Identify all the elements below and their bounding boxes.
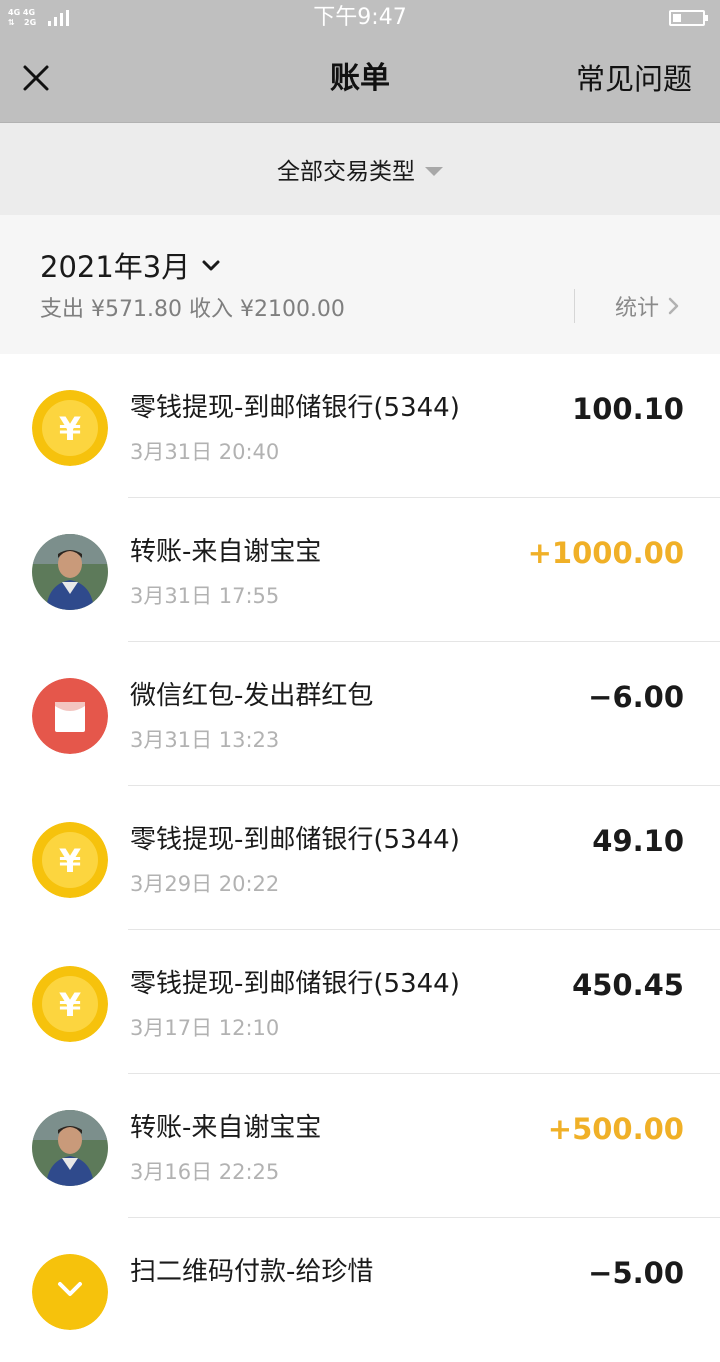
month-header: 2021年3月 支出 ¥571.80 收入 ¥2100.00 统计	[0, 215, 720, 354]
faq-link[interactable]: 常见问题	[576, 36, 692, 122]
svg-text:¥: ¥	[59, 842, 81, 880]
transaction-row[interactable]: ¥ 零钱提现-到邮储银行(5344) 3月17日 12:10 450.45	[0, 930, 720, 1074]
transaction-row[interactable]: 微信红包-发出群红包 3月31日 13:23 −6.00	[0, 642, 720, 786]
transaction-time: 3月31日 13:23	[130, 728, 280, 752]
transaction-time: 3月16日 22:25	[130, 1160, 280, 1184]
avatar	[32, 1110, 108, 1186]
nav-bar: 账单 常见问题	[0, 36, 720, 123]
yuan-coin-icon: ¥	[32, 390, 108, 466]
status-time: 下午9:47	[313, 5, 407, 30]
yuan-coin-icon: ¥	[32, 822, 108, 898]
scan-pay-icon	[32, 1254, 108, 1330]
transaction-amount: +500.00	[547, 1112, 684, 1146]
month-summary: 支出 ¥571.80 收入 ¥2100.00	[40, 297, 345, 322]
chevron-down-icon	[202, 260, 220, 271]
transaction-title: 扫二维码付款-给珍惜	[130, 1257, 374, 1287]
close-button[interactable]	[16, 58, 56, 98]
transaction-title: 微信红包-发出群红包	[130, 681, 374, 711]
month-label: 2021年3月	[40, 250, 191, 284]
transaction-amount: +1000.00	[527, 536, 684, 570]
svg-text:¥: ¥	[59, 410, 81, 448]
transaction-row[interactable]: 转账-来自谢宝宝 3月16日 22:25 +500.00	[0, 1074, 720, 1218]
close-icon	[23, 65, 49, 91]
yuan-coin-icon: ¥	[32, 966, 108, 1042]
transaction-time: 3月29日 20:22	[130, 872, 280, 896]
battery-icon	[669, 10, 708, 26]
transaction-amount: 49.10	[592, 824, 684, 858]
transaction-row[interactable]: 转账-来自谢宝宝 3月31日 17:55 +1000.00	[0, 498, 720, 642]
divider	[574, 289, 575, 323]
transaction-time: 3月31日 20:40	[130, 440, 280, 464]
transaction-row[interactable]: 扫二维码付款-给珍惜 −5.00	[0, 1218, 720, 1362]
transaction-amount: 100.10	[572, 392, 684, 426]
transaction-amount: 450.45	[572, 968, 684, 1002]
transaction-row[interactable]: ¥ 零钱提现-到邮储银行(5344) 3月31日 20:40 100.10	[0, 354, 720, 498]
status-bar: 4G 4G 2G ⇅ 下午9:47	[0, 0, 720, 36]
filter-label: 全部交易类型	[277, 159, 415, 185]
transaction-amount: −5.00	[588, 1256, 684, 1290]
transaction-time: 3月17日 12:10	[130, 1016, 280, 1040]
transaction-time: 3月31日 17:55	[130, 584, 280, 608]
transaction-title: 零钱提现-到邮储银行(5344)	[130, 825, 460, 855]
avatar	[32, 534, 108, 610]
transaction-title: 零钱提现-到邮储银行(5344)	[130, 969, 460, 999]
month-picker[interactable]: 2021年3月	[40, 245, 222, 285]
caret-down-icon	[425, 166, 443, 176]
filter-bar: 全部交易类型	[0, 123, 720, 215]
svg-text:¥: ¥	[59, 986, 81, 1024]
transaction-list: ¥ 零钱提现-到邮储银行(5344) 3月31日 20:40 100.10 转账…	[0, 354, 720, 1362]
transaction-amount: −6.00	[588, 680, 684, 714]
transaction-title: 转账-来自谢宝宝	[130, 537, 322, 567]
stats-link[interactable]: 统计	[615, 289, 681, 323]
red-packet-icon	[32, 678, 108, 754]
transaction-row[interactable]: ¥ 零钱提现-到邮储银行(5344) 3月29日 20:22 49.10	[0, 786, 720, 930]
stats-label: 统计	[615, 296, 660, 321]
transaction-title: 转账-来自谢宝宝	[130, 1113, 322, 1143]
transaction-type-filter[interactable]: 全部交易类型	[0, 123, 720, 215]
transaction-title: 零钱提现-到邮储银行(5344)	[130, 393, 460, 423]
chevron-right-icon	[668, 297, 679, 315]
